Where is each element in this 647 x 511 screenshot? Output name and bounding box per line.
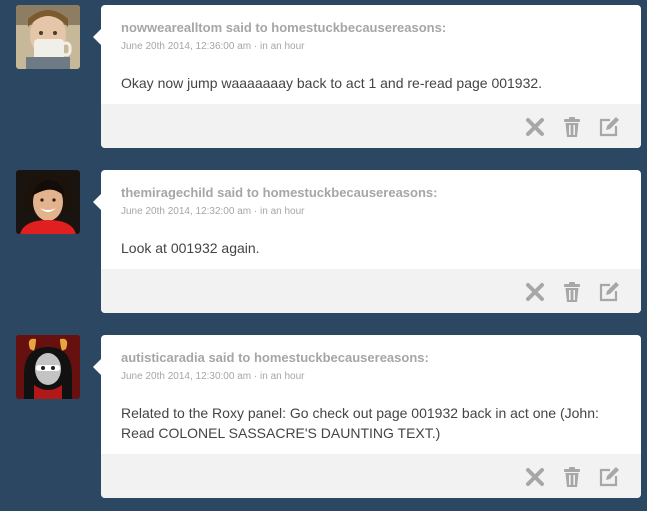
avatar-smiling-person-red-shirt-icon [16,170,80,234]
trash-icon [564,467,580,487]
ask-date: June 20th 2014, 12:32:00 am [121,206,252,217]
x-delete-icon [526,118,544,136]
edit-button[interactable] [598,466,620,488]
ask-card: autisticaradia said to homestuckbecauser… [93,335,641,498]
edit-pencil-icon [599,467,619,487]
asker-name[interactable]: nowwearealltom [121,20,222,35]
asker-avatar[interactable] [16,335,80,399]
avatar-person-drinking-mug-icon [16,5,80,69]
ask-meta: June 20th 2014, 12:32:00 am · in an hour [121,205,621,219]
recipient-name[interactable]: homestuckbecausereasons: [263,185,438,200]
delete-button[interactable] [524,281,546,303]
delete-button[interactable] [524,466,546,488]
ask-question: Look at 001932 again. [121,240,260,256]
trash-icon [564,282,580,302]
trash-button[interactable] [561,116,583,138]
x-delete-icon [526,283,544,301]
said-to-text: said to [225,20,268,35]
ask-meta: June 20th 2014, 12:30:00 am · in an hour [121,370,621,384]
meta-separator: · [253,371,258,382]
x-delete-icon [526,468,544,486]
ask-date: June 20th 2014, 12:30:00 am [121,371,252,382]
avatar-aradia-cosplay-icon [16,335,80,399]
ask-question: Related to the Roxy panel: Go check out … [121,405,599,441]
trash-button[interactable] [561,281,583,303]
said-to-text: said to [217,185,259,200]
asker-name[interactable]: autisticaradia [121,350,205,365]
ask-actions [101,269,641,313]
ask-header: themiragechild said to homestuckbecauser… [121,185,621,201]
ask-actions [101,104,641,148]
ask-card: themiragechild said to homestuckbecauser… [93,170,641,313]
edit-pencil-icon [599,117,619,137]
asker-avatar[interactable] [16,5,80,69]
edit-button[interactable] [598,281,620,303]
ask-date: June 20th 2014, 12:36:00 am [121,41,252,52]
delete-button[interactable] [524,116,546,138]
edit-button[interactable] [598,116,620,138]
said-to-text: said to [208,350,251,365]
publish-time: in an hour [260,41,305,52]
edit-pencil-icon [599,282,619,302]
ask-question: Okay now jump waaaaaaay back to act 1 an… [121,75,543,91]
ask-actions [101,454,641,498]
ask-card: nowwearealltom said to homestuckbecauser… [93,5,641,148]
asker-name[interactable]: themiragechild [121,185,213,200]
recipient-name[interactable]: homestuckbecausereasons: [254,350,429,365]
ask-header: autisticaradia said to homestuckbecauser… [121,350,621,366]
ask-header: nowwearealltom said to homestuckbecauser… [121,20,621,36]
trash-button[interactable] [561,466,583,488]
publish-time: in an hour [260,206,305,217]
ask-meta: June 20th 2014, 12:36:00 am · in an hour [121,40,621,54]
publish-time: in an hour [260,371,305,382]
trash-icon [564,117,580,137]
asker-avatar[interactable] [16,170,80,234]
meta-separator: · [253,206,258,217]
meta-separator: · [253,41,258,52]
recipient-name[interactable]: homestuckbecausereasons: [271,20,446,35]
